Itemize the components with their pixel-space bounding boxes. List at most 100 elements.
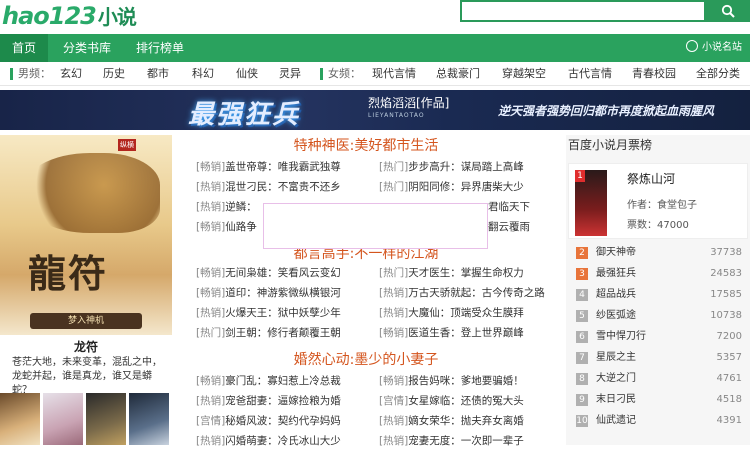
rank-item[interactable]: 9 末日刁民 4518 [574, 391, 742, 409]
book-link[interactable]: 医道生香：登上世界巅峰 [408, 327, 524, 339]
book-link[interactable]: 剑王朝：修行者颠覆王朝 [225, 327, 341, 339]
site-logo[interactable]: hao123 小说 [2, 1, 137, 30]
book-link[interactable]: 火爆天王：狱中妖孽少年 [225, 307, 341, 319]
ranking-top-item[interactable]: 1 祭炼山河 作者：食堂包子 票数：47000 [568, 163, 748, 239]
cat-ceo-romance[interactable]: 总裁豪门 [436, 62, 480, 86]
book-link[interactable]: 大魔仙：顶端受众生膜拜 [408, 307, 524, 319]
list-item[interactable]: [畅销]报告妈咪：爹地要骗婚！ [379, 371, 524, 391]
book-link[interactable]: 天才医生：掌握生命权力 [408, 267, 524, 279]
cat-campus[interactable]: 青春校园 [632, 62, 676, 86]
rank-name[interactable]: 雪中悍刀行 [596, 328, 646, 346]
list-item[interactable]: [畅销]盖世帝尊：唯我霸武独尊 [196, 157, 341, 177]
cat-time-travel[interactable]: 穿越架空 [502, 62, 546, 86]
list-item[interactable]: [热销]混世刁民：不富贵不还乡 [196, 177, 341, 197]
rank-name[interactable]: 御天神帝 [596, 244, 636, 262]
book-link[interactable]: 翻云覆雨 [488, 221, 530, 233]
search-input[interactable] [460, 0, 706, 22]
book-link[interactable]: 无间枭雄：笑看风云变幻 [225, 267, 341, 279]
male-label: 男频： [18, 67, 51, 80]
cat-ancient-romance[interactable]: 古代言情 [568, 62, 612, 86]
rank-name[interactable]: 末日刁民 [596, 391, 636, 409]
list-item[interactable]: [畅销]豪门乱：寡妇惹上冷总裁 [196, 371, 341, 391]
list-item[interactable]: [热门]阴阳同修：异界唐柴大少 [379, 177, 524, 197]
rank-item[interactable]: 7 星辰之主 5357 [574, 349, 742, 367]
rank-item[interactable]: 3 最强狂兵 24583 [574, 265, 742, 283]
nav-category-library[interactable]: 分类书库 [55, 34, 119, 62]
thumbnail[interactable] [86, 393, 126, 445]
male-marker [10, 68, 13, 80]
cat-modern-romance[interactable]: 现代言情 [372, 62, 416, 86]
cat-xuanhuan[interactable]: 玄幻 [60, 62, 82, 86]
book-link[interactable]: 宠妻无度：一次即一辈子 [408, 435, 524, 447]
rank-name[interactable]: 超品战兵 [596, 286, 636, 304]
top-book-name[interactable]: 祭炼山河 [627, 170, 675, 187]
list-item[interactable]: [热销]逆鳞： [196, 197, 257, 217]
thumbnail[interactable] [129, 393, 169, 445]
banner-author: 烈焰滔滔[作品] [368, 96, 450, 110]
section-title[interactable]: 婚然心动:墨少的小妻子 [196, 349, 536, 369]
rank-item[interactable]: 8 大逆之门 4761 [574, 370, 742, 388]
rank-item[interactable]: 10 仙武遗记 4391 [574, 412, 742, 430]
list-item[interactable]: [热销]宠爸甜妻：逼嫁捡粮为婚 [196, 391, 341, 411]
cat-urban[interactable]: 都市 [147, 62, 169, 86]
thumbnail[interactable] [0, 393, 40, 445]
list-item[interactable]: [热销]万古天骄就起：古今传奇之路 [379, 283, 545, 303]
book-link[interactable]: 万古天骄就起：古今传奇之路 [408, 287, 545, 299]
book-link[interactable]: 宠爸甜妻：逼嫁捡粮为婚 [225, 395, 341, 407]
list-item[interactable]: [宫情]女星嫁临：还债的冤大头 [379, 391, 524, 411]
list-item[interactable]: [畅销]仙路争 [196, 217, 257, 237]
book-link[interactable]: 逆鳞： [225, 201, 257, 213]
rank-name[interactable]: 仙武遗记 [596, 412, 636, 430]
rank-name[interactable]: 星辰之主 [596, 349, 636, 367]
list-item[interactable]: [热门]步步高升：谋局踏上高峰 [379, 157, 524, 177]
book-link[interactable]: 秘婚风波：契约代孕妈妈 [225, 415, 341, 427]
rank-item[interactable]: 4 超品战兵 17585 [574, 286, 742, 304]
rank-item[interactable]: 2 御天神帝 37738 [574, 244, 742, 262]
thumbnail[interactable] [43, 393, 83, 445]
book-link[interactable]: 盖世帝尊：唯我霸武独尊 [225, 161, 341, 173]
list-item[interactable]: [宫情]秘婚风波：契约代孕妈妈 [196, 411, 341, 431]
list-item[interactable]: [热销]嫡女荣华：抛夫弃女离婚 [379, 411, 524, 431]
featured-title[interactable]: 龙符 [0, 338, 172, 355]
list-item[interactable]: [热门]剑王朝：修行者颠覆王朝 [196, 323, 341, 343]
list-item[interactable]: [热销]宠妻无度：一次即一辈子 [379, 431, 524, 451]
book-link[interactable]: 步步高升：谋局踏上高峰 [408, 161, 524, 173]
list-item[interactable]: [热销]大魔仙：顶端受众生膜拜 [379, 303, 524, 323]
rank-name[interactable]: 最强狂兵 [596, 265, 636, 283]
book-link[interactable]: 仙路争 [225, 221, 257, 233]
list-item[interactable]: [畅销]医道生香：登上世界巅峰 [379, 323, 524, 343]
book-link[interactable]: 女星嫁临：还债的冤大头 [408, 395, 524, 407]
list-item[interactable]: [热销]火爆天王：狱中妖孽少年 [196, 303, 341, 323]
cat-all[interactable]: 全部分类 [696, 62, 740, 86]
nav-home[interactable]: 首页 [0, 34, 48, 62]
list-item[interactable]: [热销]闪婚萌妻：冷氏冰山大少 [196, 431, 341, 451]
list-item[interactable]: 翻云覆雨 [488, 217, 530, 237]
cat-history[interactable]: 历史 [103, 62, 125, 86]
rank-name[interactable]: 大逆之门 [596, 370, 636, 388]
cat-xianxia[interactable]: 仙侠 [236, 62, 258, 86]
book-link[interactable]: 嫡女荣华：抛夫弃女离婚 [408, 415, 524, 427]
list-item[interactable]: [畅销]道印：神游紫微纵横银河 [196, 283, 341, 303]
featured-cover[interactable]: 纵横 龍符 梦入神机 [0, 135, 172, 335]
cat-supernatural[interactable]: 灵异 [279, 62, 301, 86]
book-link[interactable]: 混世刁民：不富贵不还乡 [225, 181, 341, 193]
list-item[interactable]: [热门]天才医生：掌握生命权力 [379, 263, 524, 283]
female-label: 女频： [328, 67, 361, 80]
rank-item[interactable]: 6 雪中悍刀行 7200 [574, 328, 742, 346]
book-link[interactable]: 君临天下 [488, 201, 530, 213]
search-button[interactable] [705, 0, 750, 22]
book-link[interactable]: 道印：神游紫微纵横银河 [225, 287, 341, 299]
promo-banner[interactable]: 最强狂兵 烈焰滔滔[作品] LIEYANTAOTAO 逆天强者强势回归都市再度掀… [0, 90, 750, 130]
book-link[interactable]: 闪婚萌妻：冷氏冰山大少 [225, 435, 341, 447]
cat-scifi[interactable]: 科幻 [192, 62, 214, 86]
book-link[interactable]: 豪门乱：寡妇惹上冷总裁 [225, 375, 341, 387]
rank-name[interactable]: 纱医弧途 [596, 307, 636, 325]
rank-item[interactable]: 5 纱医弧途 10738 [574, 307, 742, 325]
book-link[interactable]: 报告妈咪：爹地要骗婚！ [408, 375, 524, 387]
list-item[interactable]: [畅销]无间枭雄：笑看风云变幻 [196, 263, 341, 283]
section-title[interactable]: 特种神医:美好都市生活 [196, 135, 536, 155]
nav-ranking[interactable]: 排行榜单 [128, 34, 192, 62]
list-item[interactable]: 君临天下 [488, 197, 530, 217]
book-link[interactable]: 阴阳同修：异界唐柴大少 [408, 181, 524, 193]
novel-sites-link[interactable]: 小说名站 [686, 34, 742, 62]
